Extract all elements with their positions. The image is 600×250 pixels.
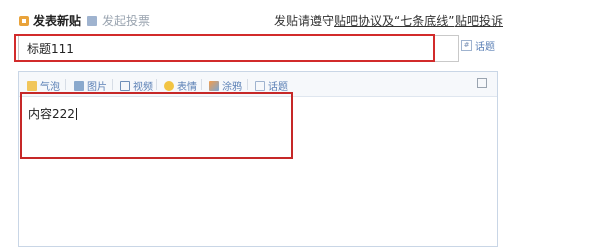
toolbar-emoji-button[interactable]: 表情 bbox=[164, 78, 197, 93]
toolbar-divider bbox=[156, 79, 157, 90]
editor-toolbar: 气泡 图片 视频 表情 涂鸦 话题 bbox=[19, 72, 497, 97]
toolbar-label: 话题 bbox=[268, 82, 288, 93]
toolbar-label: 气泡 bbox=[40, 82, 60, 93]
toolbar-label: 视频 bbox=[133, 82, 153, 93]
vote-icon bbox=[87, 15, 97, 26]
toolbar-divider bbox=[112, 79, 113, 90]
rules-notice: 发贴请遵守贴吧协议及“七条底线” bbox=[274, 12, 454, 29]
toolbar-label: 图片 bbox=[87, 82, 107, 93]
title-topic-button[interactable]: # 话题 bbox=[461, 38, 495, 53]
emoji-icon bbox=[164, 80, 174, 91]
tab-vote-label: 发起投票 bbox=[102, 14, 151, 28]
topic-icon: # bbox=[461, 40, 472, 51]
rules-link[interactable]: 贴吧协议及“七条底线” bbox=[334, 14, 454, 28]
tab-post-new[interactable]: 发表新贴 bbox=[19, 12, 81, 29]
post-header: 发表新贴 发起投票 发贴请遵守贴吧协议及“七条底线” 贴吧投诉 bbox=[0, 0, 600, 32]
toolbar-video-button[interactable]: 视频 bbox=[120, 78, 153, 93]
editor-content[interactable]: 内容222 bbox=[28, 105, 77, 122]
rules-prefix: 发贴请遵守 bbox=[274, 14, 335, 28]
toolbar-bubble-button[interactable]: 气泡 bbox=[27, 78, 60, 93]
bubble-icon bbox=[27, 80, 37, 91]
toolbar-label: 表情 bbox=[177, 82, 197, 93]
title-input[interactable] bbox=[22, 37, 462, 59]
image-icon bbox=[74, 80, 84, 91]
toolbar-divider bbox=[247, 79, 248, 90]
toolbar-graffiti-button[interactable]: 涂鸦 bbox=[209, 78, 242, 93]
post-icon bbox=[19, 15, 29, 26]
video-icon bbox=[120, 80, 130, 91]
report-link[interactable]: 贴吧投诉 bbox=[455, 12, 503, 29]
toolbar-label: 涂鸦 bbox=[222, 82, 242, 93]
title-field[interactable] bbox=[18, 35, 462, 62]
graffiti-icon bbox=[209, 80, 219, 91]
tab-start-vote[interactable]: 发起投票 bbox=[87, 12, 150, 29]
editor-content-text: 内容222 bbox=[28, 107, 75, 121]
toolbar-topic-button[interactable]: 话题 bbox=[255, 78, 288, 93]
topic-icon bbox=[255, 80, 265, 91]
text-caret bbox=[75, 108, 77, 120]
title-topic-label: 话题 bbox=[475, 42, 495, 53]
content-editor: 气泡 图片 视频 表情 涂鸦 话题 内容222 bbox=[18, 71, 498, 247]
toolbar-image-button[interactable]: 图片 bbox=[74, 78, 107, 93]
toolbar-divider bbox=[201, 79, 202, 90]
tab-post-label: 发表新贴 bbox=[33, 14, 82, 28]
fullscreen-icon[interactable] bbox=[477, 78, 487, 88]
editor-body[interactable]: 内容222 bbox=[19, 97, 497, 246]
toolbar-divider bbox=[65, 79, 66, 90]
